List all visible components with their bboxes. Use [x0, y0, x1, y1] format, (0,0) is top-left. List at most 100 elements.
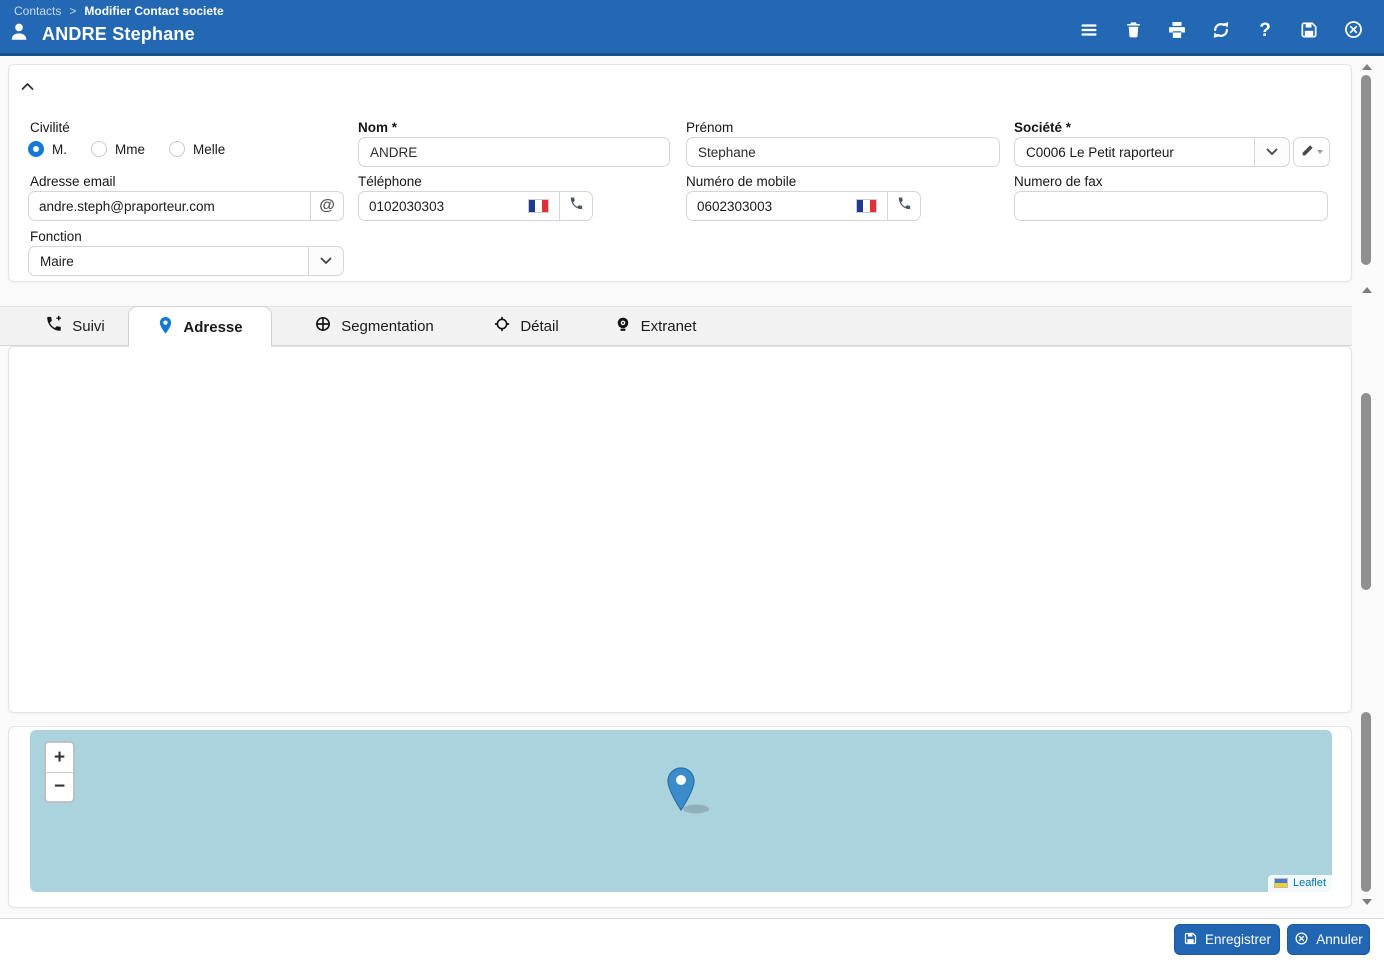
leaflet-link[interactable]: Leaflet — [1293, 877, 1326, 889]
map-attribution: Leaflet — [1267, 875, 1332, 892]
email-field[interactable]: andre.steph@praporteur.com — [28, 191, 310, 221]
tab-label: Adresse — [183, 318, 243, 336]
mobile-value: 0602303003 — [697, 198, 773, 214]
nom-value: ANDRE — [370, 144, 418, 160]
mobile-label: Numéro de mobile — [686, 174, 797, 189]
caret-down-icon — [1316, 150, 1323, 154]
scrollbar-thumb[interactable] — [1361, 75, 1371, 265]
tab-segmentation[interactable]: Segmentation — [292, 306, 456, 346]
french-flag-icon — [528, 199, 549, 213]
tab-label: Extranet — [640, 317, 697, 335]
scroll-down-arrow[interactable] — [1362, 899, 1372, 905]
radio-icon — [169, 141, 185, 157]
civilite-label: Civilité — [30, 120, 70, 135]
question-icon: ? — [1259, 20, 1271, 41]
contact-icon — [8, 21, 30, 48]
phone-handset-icon — [897, 196, 912, 216]
scrollbar-thumb[interactable] — [1361, 712, 1371, 892]
tab-label: Segmentation — [341, 317, 434, 335]
radio-selected-icon — [28, 141, 44, 157]
mobile-field-group: 0602303003 — [686, 191, 921, 221]
radio-civilite-mme[interactable]: Mme — [91, 141, 145, 157]
menu-button[interactable] — [1078, 20, 1100, 42]
map-marker-icon[interactable] — [666, 767, 712, 820]
mobile-field[interactable]: 0602303003 — [686, 191, 887, 221]
breadcrumb-contacts-link[interactable]: Contacts — [14, 4, 61, 18]
french-flag-icon — [856, 199, 877, 213]
floppy-icon — [1183, 931, 1198, 949]
prenom-field[interactable]: Stephane — [686, 137, 1000, 167]
close-button[interactable] — [1342, 20, 1364, 42]
pencil-icon — [1301, 144, 1314, 160]
email-label: Adresse email — [30, 174, 116, 189]
breadcrumb: Contacts > Modifier Contact societe — [14, 4, 224, 18]
map-pin-icon — [157, 316, 174, 339]
telephone-field-group: 0102030303 — [358, 191, 593, 221]
fonction-select[interactable]: Maire — [28, 246, 344, 276]
fax-label: Numero de fax — [1014, 174, 1103, 189]
zoom-out-button[interactable]: − — [46, 772, 73, 801]
delete-button[interactable] — [1122, 20, 1144, 42]
telephone-value: 0102030303 — [369, 198, 445, 214]
call-phone-button[interactable] — [559, 191, 593, 221]
radio-icon — [91, 141, 107, 157]
close-circle-icon — [1294, 931, 1309, 949]
cancel-button[interactable]: Annuler — [1287, 924, 1370, 955]
webcam-icon — [614, 315, 632, 337]
nom-label: Nom * — [358, 120, 398, 135]
chevron-down-icon[interactable] — [308, 246, 344, 276]
scroll-up-arrow[interactable] — [1362, 64, 1372, 70]
header-actions: ? — [1078, 20, 1364, 42]
chevron-down-icon[interactable] — [1254, 137, 1290, 167]
radio-label: Melle — [193, 141, 226, 157]
prenom-label: Prénom — [686, 120, 734, 135]
phone-plus-icon — [45, 315, 63, 337]
tab-extranet[interactable]: Extranet — [590, 306, 720, 346]
radio-civilite-melle[interactable]: Melle — [169, 141, 225, 157]
scroll-up-arrow[interactable] — [1362, 287, 1372, 293]
tab-adresse[interactable]: Adresse — [128, 306, 272, 347]
radio-label: Mme — [115, 141, 145, 157]
fax-field[interactable] — [1014, 191, 1328, 221]
tab-label: Suivi — [72, 317, 105, 335]
save-button-label: Enregistrer — [1204, 932, 1272, 947]
address-panel — [8, 346, 1352, 713]
breadcrumb-current: Modifier Contact societe — [84, 4, 224, 18]
email-field-group: andre.steph@praporteur.com @ — [28, 191, 344, 221]
telephone-label: Téléphone — [358, 174, 422, 189]
nom-field[interactable]: ANDRE — [358, 137, 670, 167]
radio-label: M. — [52, 141, 67, 157]
email-value: andre.steph@praporteur.com — [39, 198, 215, 214]
phone-handset-icon — [569, 196, 584, 216]
societe-value: C0006 Le Petit raporteur — [1014, 137, 1254, 167]
refresh-icon — [1211, 20, 1231, 43]
page-title: ANDRE Stephane — [42, 24, 195, 44]
map-canvas[interactable]: + − Leaflet — [30, 730, 1332, 892]
save-button[interactable]: Enregistrer — [1174, 924, 1280, 955]
fonction-label: Fonction — [30, 229, 82, 244]
cancel-button-label: Annuler — [1316, 932, 1363, 947]
collapse-panel-icon[interactable] — [21, 78, 34, 96]
help-button[interactable]: ? — [1254, 20, 1276, 42]
scrollbar-thumb[interactable] — [1361, 393, 1371, 590]
tab-detail[interactable]: Détail — [468, 306, 584, 346]
tab-suivi[interactable]: Suivi — [20, 306, 130, 346]
send-email-button[interactable]: @ — [310, 191, 344, 221]
trash-icon — [1124, 20, 1143, 42]
print-button[interactable] — [1166, 20, 1188, 42]
call-mobile-button[interactable] — [887, 191, 921, 221]
at-icon: @ — [319, 197, 335, 214]
circle-cross-icon — [314, 315, 332, 337]
radio-civilite-m[interactable]: M. — [28, 141, 67, 157]
societe-edit-button[interactable] — [1293, 137, 1330, 167]
zoom-in-button[interactable]: + — [46, 743, 73, 772]
save-header-button[interactable] — [1298, 20, 1320, 42]
title-row: ANDRE Stephane — [8, 21, 195, 48]
floppy-icon — [1299, 20, 1319, 43]
civilite-radio-group: M. Mme Melle — [28, 141, 225, 157]
telephone-field[interactable]: 0102030303 — [358, 191, 559, 221]
societe-select[interactable]: C0006 Le Petit raporteur — [1014, 137, 1290, 167]
tab-label: Détail — [520, 317, 559, 335]
leaflet-flag-icon — [1273, 878, 1288, 888]
refresh-button[interactable] — [1210, 20, 1232, 42]
